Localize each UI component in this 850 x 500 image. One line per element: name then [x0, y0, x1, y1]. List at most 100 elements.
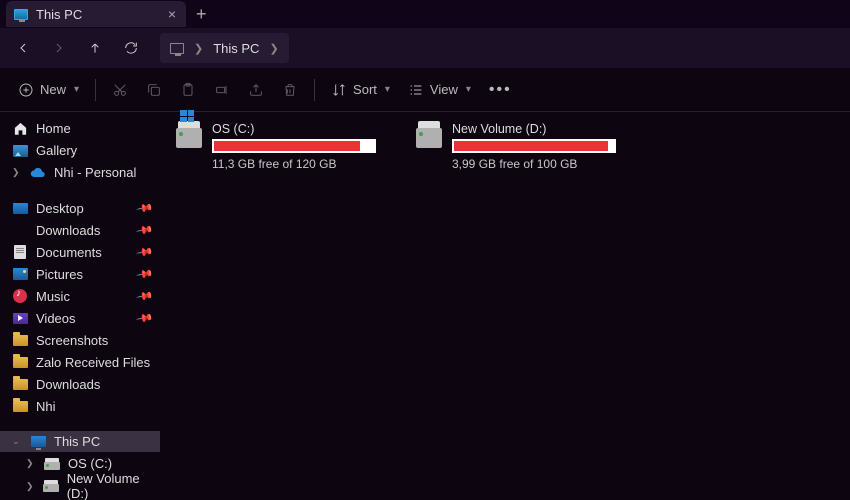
- view-label: View: [430, 82, 458, 97]
- sidebar-item-music[interactable]: Music 📌: [0, 285, 160, 307]
- pin-icon: 📌: [136, 199, 155, 218]
- up-button[interactable]: [78, 31, 112, 65]
- copy-button[interactable]: [138, 75, 170, 105]
- more-icon: •••: [489, 81, 512, 99]
- chevron-down-icon: ▾: [466, 84, 471, 95]
- expand-icon[interactable]: ❯: [12, 167, 22, 178]
- rename-button[interactable]: [206, 75, 238, 105]
- pin-icon: 📌: [136, 243, 155, 262]
- collapse-icon[interactable]: ⌄: [12, 436, 22, 447]
- sidebar-item-screenshots[interactable]: Screenshots: [0, 329, 160, 351]
- drive-icon: [43, 479, 59, 493]
- sidebar-label: OS (C:): [68, 456, 112, 471]
- overflow-button[interactable]: •••: [481, 75, 520, 105]
- chevron-right-icon: ❯: [269, 42, 278, 55]
- video-icon: [12, 311, 28, 325]
- share-button[interactable]: [240, 75, 272, 105]
- drive-name: New Volume (D:): [452, 122, 616, 136]
- sidebar-label: Nhi - Personal: [54, 165, 136, 180]
- pin-icon: 📌: [136, 265, 155, 284]
- cut-button[interactable]: [104, 75, 136, 105]
- paste-button[interactable]: [172, 75, 204, 105]
- this-pc-icon: [30, 435, 46, 449]
- folder-icon: [12, 399, 28, 413]
- desktop-icon: [12, 201, 28, 215]
- sidebar-label: Downloads: [36, 377, 100, 392]
- sidebar-item-zalo-received-files[interactable]: Zalo Received Files: [0, 351, 160, 373]
- pin-icon: 📌: [136, 221, 155, 240]
- new-label: New: [40, 82, 66, 97]
- browser-tab[interactable]: This PC ×: [6, 1, 186, 27]
- drive-icon: [416, 128, 442, 148]
- music-icon: [12, 289, 28, 303]
- sidebar-label: Screenshots: [36, 333, 108, 348]
- sidebar-item-downloads[interactable]: Downloads 📌: [0, 219, 160, 241]
- drive-icon: [176, 128, 202, 148]
- sidebar-label: Gallery: [36, 143, 77, 158]
- sidebar-label: Nhi: [36, 399, 56, 414]
- address-bar[interactable]: ❯ This PC ❯: [160, 33, 289, 63]
- sidebar-item-gallery[interactable]: Gallery: [0, 140, 160, 161]
- folder-icon: [12, 377, 28, 391]
- expand-icon[interactable]: ❯: [26, 458, 36, 469]
- tab-title: This PC: [36, 7, 82, 22]
- sidebar-item-home[interactable]: Home: [0, 118, 160, 139]
- sidebar-item-videos[interactable]: Videos 📌: [0, 307, 160, 329]
- chevron-right-icon: ❯: [194, 42, 203, 55]
- sidebar-item-desktop[interactable]: Desktop 📌: [0, 197, 160, 219]
- gallery-icon: [12, 144, 28, 158]
- sidebar-item-nhi[interactable]: Nhi: [0, 395, 160, 417]
- sidebar-label: Home: [36, 121, 71, 136]
- sidebar-label: New Volume (D:): [67, 471, 152, 500]
- sort-button[interactable]: Sort ▾: [323, 75, 398, 105]
- home-icon: [12, 122, 28, 136]
- nav-bar: ❯ This PC ❯: [0, 28, 850, 68]
- usage-bar: [212, 139, 376, 153]
- usage-bar: [452, 139, 616, 153]
- separator: [314, 79, 315, 101]
- sidebar-label: Zalo Received Files: [36, 355, 150, 370]
- sidebar-label: Documents: [36, 245, 102, 260]
- sidebar-label: Videos: [36, 311, 76, 326]
- new-button[interactable]: New ▾: [10, 75, 87, 105]
- sidebar-item-downloads[interactable]: Downloads: [0, 373, 160, 395]
- delete-button[interactable]: [274, 75, 306, 105]
- drive-free-text: 3,99 GB free of 100 GB: [452, 157, 616, 171]
- sidebar-item-onedrive[interactable]: ❯ Nhi - Personal: [0, 162, 160, 183]
- drive-item[interactable]: New Volume (D:) 3,99 GB free of 100 GB: [416, 122, 616, 171]
- sidebar-label: Pictures: [36, 267, 83, 282]
- refresh-button[interactable]: [114, 31, 148, 65]
- chevron-down-icon: ▾: [385, 84, 390, 95]
- location-icon: [170, 43, 184, 54]
- expand-icon[interactable]: ❯: [26, 481, 35, 492]
- cloud-icon: [30, 166, 46, 180]
- drive-name: OS (C:): [212, 122, 376, 136]
- sidebar-item-this-pc[interactable]: ⌄ This PC: [0, 431, 160, 452]
- drive-icon: [44, 457, 60, 471]
- pin-icon: 📌: [136, 287, 155, 306]
- sidebar-item-pictures[interactable]: Pictures 📌: [0, 263, 160, 285]
- sidebar-label: Downloads: [36, 223, 100, 238]
- back-button[interactable]: [6, 31, 40, 65]
- sidebar-item-documents[interactable]: Documents 📌: [0, 241, 160, 263]
- sidebar-label: This PC: [54, 434, 100, 449]
- new-tab-button[interactable]: +: [196, 5, 207, 23]
- pin-icon: 📌: [136, 309, 155, 328]
- sidebar-label: Desktop: [36, 201, 84, 216]
- nav-pane: Home Gallery ❯ Nhi - Personal Desktop 📌 …: [0, 112, 160, 500]
- this-pc-icon: [14, 9, 28, 20]
- close-tab-icon[interactable]: ×: [168, 7, 176, 21]
- chevron-down-icon: ▾: [74, 84, 79, 95]
- forward-button[interactable]: [42, 31, 76, 65]
- picture-icon: [12, 267, 28, 281]
- drive-item[interactable]: OS (C:) 11,3 GB free of 120 GB: [176, 122, 376, 171]
- sidebar-item-drive[interactable]: ❯ New Volume (D:): [0, 475, 160, 497]
- sidebar-label: Music: [36, 289, 70, 304]
- separator: [95, 79, 96, 101]
- document-icon: [12, 245, 28, 259]
- command-bar: New ▾ Sort ▾ View ▾ •••: [0, 68, 850, 112]
- download-icon: [12, 223, 28, 237]
- view-button[interactable]: View ▾: [400, 75, 479, 105]
- drive-free-text: 11,3 GB free of 120 GB: [212, 157, 376, 171]
- address-text: This PC: [213, 41, 259, 56]
